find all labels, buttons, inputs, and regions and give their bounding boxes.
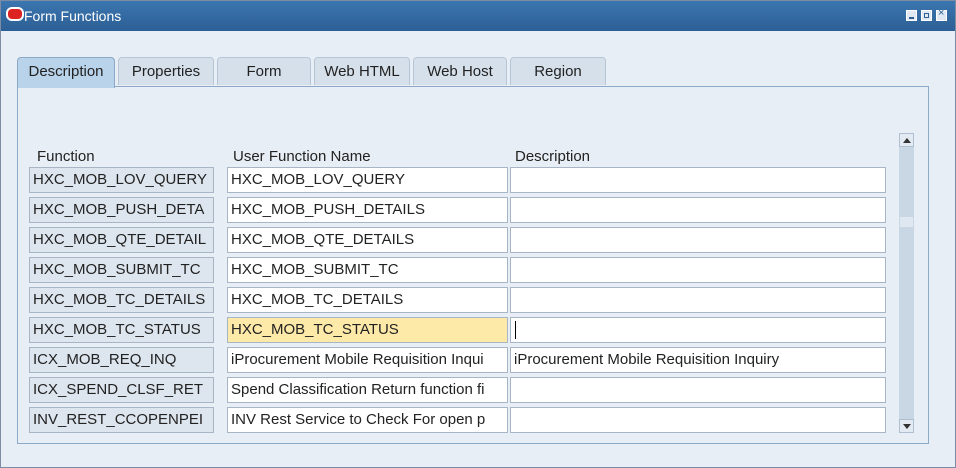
scroll-up-icon[interactable] — [899, 133, 914, 147]
description-cell[interactable] — [510, 197, 886, 223]
vertical-scrollbar[interactable] — [899, 133, 914, 433]
description-cell[interactable]: iProcurement Mobile Requisition Inquiry — [510, 347, 886, 373]
column-header-user-function-name: User Function Name — [233, 148, 371, 165]
user-function-name-cell[interactable]: HXC_MOB_TC_DETAILS — [227, 287, 508, 313]
function-cell[interactable]: ICX_SPEND_CLSF_RET — [29, 377, 214, 403]
description-cell[interactable] — [510, 407, 886, 433]
tab-web-html[interactable]: Web HTML — [314, 57, 410, 85]
user-function-name-cell[interactable]: HXC_MOB_QTE_DETAILS — [227, 227, 508, 253]
text-cursor — [515, 321, 516, 340]
user-function-name-cell[interactable]: HXC_MOB_PUSH_DETAILS — [227, 197, 508, 223]
function-cell[interactable]: HXC_MOB_QTE_DETAIL — [29, 227, 214, 253]
user-function-name-cell[interactable]: INV Rest Service to Check For open p — [227, 407, 508, 433]
column-header-description: Description — [515, 148, 591, 165]
scroll-thumb[interactable] — [900, 217, 913, 227]
description-cell[interactable] — [510, 227, 886, 253]
oracle-logo-icon — [6, 7, 24, 21]
tab-properties[interactable]: Properties — [118, 57, 214, 85]
user-function-name-cell[interactable]: iProcurement Mobile Requisition Inqui — [227, 347, 508, 373]
function-cell[interactable]: INV_REST_CCOPENPEI — [29, 407, 214, 433]
close-icon[interactable] — [936, 7, 947, 21]
column-header-function: Function — [37, 148, 95, 165]
description-cell[interactable] — [510, 377, 886, 403]
description-cell[interactable] — [510, 257, 886, 283]
window-title: Form Functions — [24, 8, 122, 24]
function-cell[interactable]: HXC_MOB_TC_STATUS — [29, 317, 214, 343]
function-cell[interactable]: HXC_MOB_TC_DETAILS — [29, 287, 214, 313]
function-cell[interactable]: HXC_MOB_LOV_QUERY — [29, 167, 214, 193]
user-function-name-cell[interactable]: Spend Classification Return function fi — [227, 377, 508, 403]
description-cell[interactable] — [510, 317, 886, 343]
user-function-name-cell[interactable]: HXC_MOB_TC_STATUS — [227, 317, 508, 343]
user-function-name-cell[interactable]: HXC_MOB_SUBMIT_TC — [227, 257, 508, 283]
description-cell[interactable] — [510, 287, 886, 313]
titlebar: Form Functions — [1, 1, 955, 31]
function-cell[interactable]: HXC_MOB_PUSH_DETA — [29, 197, 214, 223]
function-cell[interactable]: ICX_MOB_REQ_INQ — [29, 347, 214, 373]
minimize-icon[interactable] — [906, 10, 917, 21]
tab-description[interactable]: Description — [17, 57, 115, 88]
description-cell[interactable] — [510, 167, 886, 193]
tab-region[interactable]: Region — [510, 57, 606, 85]
maximize-icon[interactable] — [921, 10, 932, 21]
tab-web-host[interactable]: Web Host — [413, 57, 507, 85]
user-function-name-cell[interactable]: HXC_MOB_LOV_QUERY — [227, 167, 508, 193]
tab-form[interactable]: Form — [217, 57, 311, 85]
scroll-down-icon[interactable] — [899, 419, 914, 433]
function-cell[interactable]: HXC_MOB_SUBMIT_TC — [29, 257, 214, 283]
